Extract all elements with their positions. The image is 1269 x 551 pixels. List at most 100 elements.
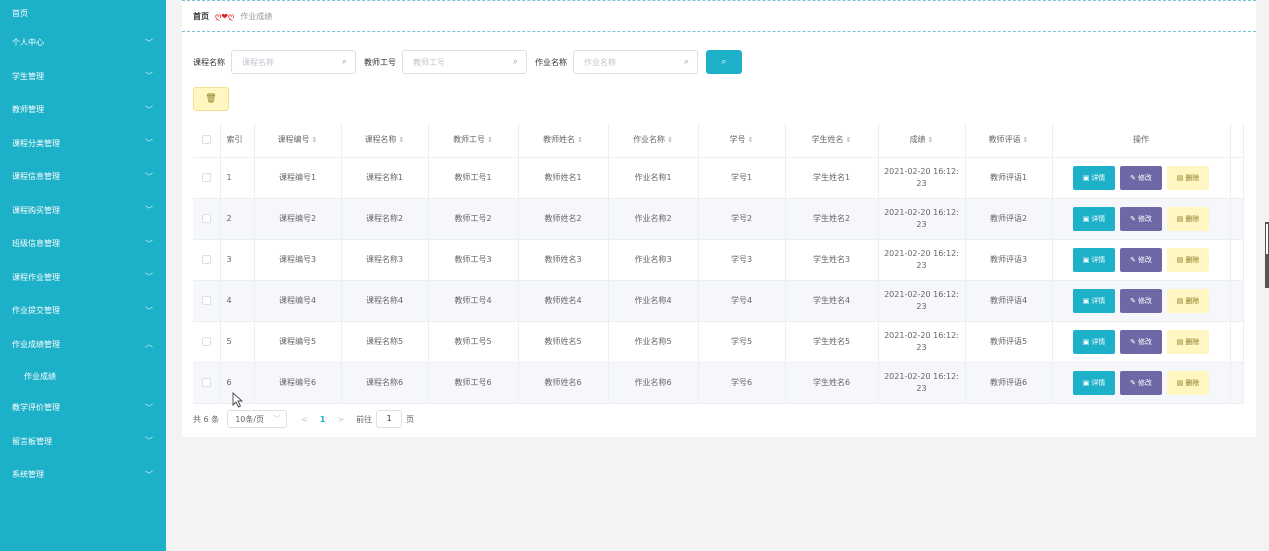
row-checkbox[interactable] — [193, 156, 221, 199]
sort-icon[interactable]: ⇕ — [1023, 136, 1029, 144]
breadcrumb-home[interactable]: 首页 — [193, 11, 209, 22]
sidebar-item-label: 留言板管理 — [12, 436, 52, 446]
sidebar-item-system[interactable]: 系统管理 ﹀ — [0, 458, 166, 492]
delete-button[interactable]: ▤ 删除 — [1167, 329, 1209, 354]
pagination: 共 6 条 10条/页 ﹀ < 1 > 前往 1 页 — [193, 408, 414, 430]
page-number-current[interactable]: 1 — [320, 415, 326, 424]
button-label: 详情 — [1091, 173, 1106, 182]
homework-name-label: 作业名称 — [535, 57, 567, 67]
pencil-icon: ✎ — [1130, 173, 1136, 182]
detail-button[interactable]: ▣ 详情 — [1073, 370, 1115, 395]
header-student-id[interactable]: 学号 ⇕ — [698, 123, 786, 158]
select-all-checkbox[interactable] — [193, 123, 221, 158]
sidebar-item-label: 课程作业管理 — [12, 272, 60, 282]
sidebar-item-personal-center[interactable]: 个人中心 ﹀ — [0, 26, 166, 60]
detail-icon: ▣ — [1082, 214, 1090, 223]
sidebar-item-course-info[interactable]: 课程信息管理 ﹀ — [0, 160, 166, 194]
homework-name-input[interactable] — [574, 51, 697, 73]
cell-course-name: 课程名称4 — [341, 280, 429, 322]
goto-label: 前往 — [356, 414, 373, 424]
header-student-name[interactable]: 学生姓名 ⇕ — [785, 123, 879, 158]
pencil-icon: ✎ — [1130, 378, 1136, 387]
sidebar-item-course-homework[interactable]: 课程作业管理 ﹀ — [0, 261, 166, 295]
sidebar-item-home[interactable]: 首页 — [0, 0, 166, 26]
page-size-select[interactable]: 10条/页 ﹀ — [227, 410, 288, 428]
sidebar-item-teaching-evaluation[interactable]: 教学评价管理 ﹀ — [0, 391, 166, 425]
header-gutter — [1230, 123, 1244, 158]
prev-page-button[interactable]: < — [301, 415, 308, 424]
sidebar-item-students[interactable]: 学生管理 ﹀ — [0, 60, 166, 94]
batch-delete-button[interactable]: 🗑 — [193, 87, 229, 111]
search-button[interactable]: ⌕ — [706, 50, 742, 74]
course-name-input[interactable] — [232, 51, 355, 73]
row-checkbox[interactable] — [193, 321, 221, 363]
detail-button[interactable]: ▣ 详情 — [1073, 329, 1115, 354]
sort-icon[interactable]: ⇕ — [312, 136, 318, 144]
sidebar-item-label: 教学评价管理 — [12, 403, 60, 413]
cell-homework-name: 作业名称2 — [608, 198, 699, 240]
header-teacher-name[interactable]: 教师姓名 ⇕ — [518, 123, 609, 158]
delete-button[interactable]: ▤ 删除 — [1167, 165, 1209, 190]
sidebar-item-message-board[interactable]: 留言板管理 ﹀ — [0, 425, 166, 459]
header-homework-name[interactable]: 作业名称 ⇕ — [608, 123, 699, 158]
header-teacher-comment[interactable]: 教师评语 ⇕ — [965, 123, 1053, 158]
header-teacher-id[interactable]: 教师工号 ⇕ — [428, 123, 519, 158]
pencil-icon: ✎ — [1130, 214, 1136, 223]
sidebar-item-teachers[interactable]: 教师管理 ﹀ — [0, 93, 166, 127]
delete-button[interactable]: ▤ 删除 — [1167, 206, 1209, 231]
row-checkbox[interactable] — [193, 280, 221, 322]
sort-icon[interactable]: ⇕ — [667, 136, 673, 144]
detail-button[interactable]: ▣ 详情 — [1073, 206, 1115, 231]
edit-button[interactable]: ✎ 修改 — [1120, 247, 1162, 272]
sidebar-item-class-info[interactable]: 班级信息管理 ﹀ — [0, 227, 166, 261]
delete-button[interactable]: ▤ 删除 — [1167, 288, 1209, 313]
teacher-id-input[interactable] — [403, 51, 526, 73]
table-header-row: 索引 课程编号 ⇕ 课程名称 ⇕ 教师工号 ⇕ 教师姓名 ⇕ 作业名称 ⇕ 学号 ⇕ 学生姓… — [193, 123, 1244, 158]
edit-button[interactable]: ✎ 修改 — [1120, 206, 1162, 231]
next-page-button[interactable]: > — [337, 415, 344, 424]
sort-icon[interactable]: ⇕ — [846, 136, 852, 144]
delete-button[interactable]: ▤ 删除 — [1167, 370, 1209, 395]
cell-student-id: 学号5 — [698, 321, 786, 363]
edit-button[interactable]: ✎ 修改 — [1120, 288, 1162, 313]
row-gutter — [1230, 239, 1244, 281]
edit-button[interactable]: ✎ 修改 — [1120, 329, 1162, 354]
detail-button[interactable]: ▣ 详情 — [1073, 165, 1115, 190]
edit-button[interactable]: ✎ 修改 — [1120, 165, 1162, 190]
sidebar-item-course-purchases[interactable]: 课程购买管理 ﹀ — [0, 194, 166, 228]
detail-button[interactable]: ▣ 详情 — [1073, 288, 1115, 313]
cell-teacher-id: 教师工号3 — [428, 239, 519, 281]
sort-icon[interactable]: ⇕ — [487, 136, 493, 144]
cell-index: 2 — [220, 198, 255, 240]
sort-icon[interactable]: ⇕ — [928, 136, 934, 144]
sidebar-item-label: 作业成绩管理 — [12, 339, 60, 349]
cell-student-name: 学生姓名2 — [785, 198, 879, 240]
edit-button[interactable]: ✎ 修改 — [1120, 370, 1162, 395]
sidebar-subitem-homework-score[interactable]: 作业成绩 — [0, 361, 166, 391]
sidebar-item-course-categories[interactable]: 课程分类管理 ﹀ — [0, 127, 166, 161]
header-course-code[interactable]: 课程编号 ⇕ — [254, 123, 342, 158]
header-course-name[interactable]: 课程名称 ⇕ — [341, 123, 429, 158]
row-checkbox[interactable] — [193, 362, 221, 404]
score-line: 23 — [916, 260, 927, 270]
goto-page-input[interactable]: 1 — [376, 410, 403, 428]
sidebar-item-label: 系统管理 — [12, 470, 44, 480]
sidebar-item-homework-submissions[interactable]: 作业提交管理 ﹀ — [0, 294, 166, 328]
sidebar-item-homework-scores[interactable]: 作业成绩管理 ︿ — [0, 328, 166, 362]
header-score[interactable]: 成绩 ⇕ — [878, 123, 966, 158]
sort-icon[interactable]: ⇕ — [399, 136, 405, 144]
header-label: 作业名称 — [633, 135, 666, 145]
row-checkbox[interactable] — [193, 239, 221, 281]
row-checkbox[interactable] — [193, 198, 221, 240]
cell-teacher-comment: 教师评语2 — [965, 198, 1053, 240]
header-label: 课程名称 — [364, 135, 397, 145]
header-label: 学生姓名 — [811, 135, 844, 145]
score-line: 2021-02-20 16:12: — [884, 248, 959, 258]
sort-icon[interactable]: ⇕ — [577, 136, 583, 144]
button-label: 删除 — [1185, 255, 1200, 264]
detail-button[interactable]: ▣ 详情 — [1073, 247, 1115, 272]
sort-icon[interactable]: ⇕ — [748, 136, 754, 144]
chevron-down-icon: ﹀ — [145, 138, 153, 148]
cell-student-id: 学号4 — [698, 280, 786, 322]
delete-button[interactable]: ▤ 删除 — [1167, 247, 1209, 272]
